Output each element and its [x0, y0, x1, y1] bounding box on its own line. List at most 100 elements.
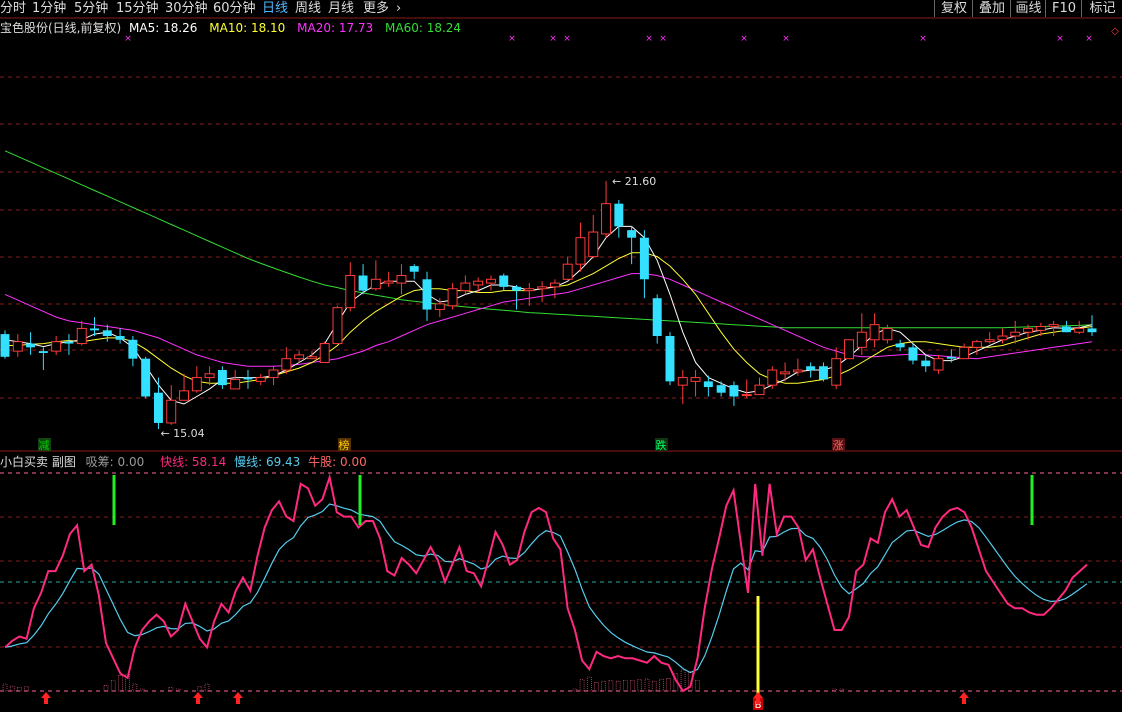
- candle-body: [652, 298, 662, 336]
- candle: [38, 347, 48, 371]
- candle: [780, 362, 791, 382]
- candle-body: [869, 324, 880, 341]
- candle: [319, 341, 330, 363]
- event-marker-icon: ×: [919, 34, 927, 44]
- suck-bar: [24, 686, 29, 692]
- candle-body: [294, 354, 305, 360]
- candle: [166, 385, 177, 425]
- ma60-line: [4, 150, 1093, 329]
- candle-body: [319, 343, 330, 363]
- suck-bar: [594, 682, 599, 692]
- candle-body: [729, 385, 739, 397]
- candle-body: [358, 275, 368, 291]
- candle-body: [882, 327, 893, 341]
- candle-body: [921, 360, 931, 367]
- candle-body: [639, 237, 649, 280]
- kline-chart[interactable]: × × × × × × × × × × ×◇← 21.60← 15.04减榜跌涨B: [0, 0, 1122, 712]
- candle-body: [562, 263, 573, 280]
- suck-bar: [623, 680, 628, 692]
- suck-bar: [601, 680, 607, 692]
- candle-body: [383, 280, 394, 284]
- suck-bar: [17, 687, 22, 692]
- candle-body: [512, 286, 522, 291]
- candle-body: [179, 390, 190, 401]
- suck-bar: [644, 678, 650, 692]
- event-marker-icon: ×: [508, 34, 516, 44]
- suck-bar: [132, 683, 138, 692]
- signal-tag-text: 跌: [656, 438, 667, 452]
- candle: [895, 339, 905, 352]
- suck-bar: [110, 680, 116, 692]
- candle: [1061, 320, 1071, 333]
- candle: [76, 320, 87, 346]
- candle-body: [64, 341, 74, 344]
- candle: [831, 347, 842, 389]
- candle-body: [1035, 326, 1046, 331]
- suck-bar: [2, 683, 8, 692]
- candle-body: [76, 327, 87, 345]
- candle: [141, 356, 151, 399]
- buy-arrow-icon: [41, 692, 51, 704]
- candle: [345, 262, 356, 312]
- signal-tag: 跌: [655, 438, 668, 452]
- suck-bar: [197, 686, 203, 692]
- event-marker-icon: ×: [563, 34, 571, 44]
- candle: [179, 373, 190, 401]
- candle-body: [499, 275, 509, 287]
- candle-body: [0, 334, 10, 357]
- candle: [243, 370, 253, 389]
- candle: [601, 181, 612, 238]
- suck-bar: [615, 680, 621, 692]
- event-marker-icon: ×: [549, 34, 557, 44]
- candle: [370, 260, 381, 291]
- candle-body: [1010, 331, 1021, 337]
- suck-bar: [139, 688, 145, 692]
- candle: [191, 366, 202, 393]
- candle: [933, 354, 944, 374]
- signal-tag-text: 涨: [833, 439, 844, 452]
- candle-body: [460, 282, 471, 292]
- candle: [422, 271, 432, 321]
- high-price-label: ← 21.60: [612, 175, 656, 188]
- candle: [639, 230, 649, 299]
- event-marker-icon: ×: [1085, 34, 1093, 44]
- candle: [677, 370, 688, 405]
- candle-body: [396, 275, 407, 284]
- suck-bar: [666, 678, 671, 692]
- candle: [217, 366, 227, 389]
- candle-body: [115, 336, 125, 340]
- candle: [26, 332, 36, 355]
- candle: [614, 199, 624, 238]
- candle: [921, 354, 931, 372]
- suck-bar: [608, 680, 614, 692]
- candle: [473, 277, 484, 293]
- candle-body: [908, 347, 918, 361]
- signal-tag: 减: [38, 438, 51, 452]
- suck-bar: [118, 675, 123, 692]
- candle: [64, 334, 74, 355]
- candle-body: [792, 369, 803, 373]
- candle: [792, 358, 803, 376]
- candle: [1010, 320, 1021, 344]
- candle: [754, 377, 765, 396]
- candle-body: [588, 231, 599, 258]
- candle: [0, 330, 10, 359]
- candle-body: [984, 339, 995, 343]
- candle: [665, 332, 675, 386]
- candle: [537, 281, 548, 302]
- candle-body: [12, 341, 23, 352]
- candle-body: [281, 358, 292, 371]
- candle-body: [51, 341, 62, 352]
- suck-bar: [579, 679, 585, 692]
- candle-body: [306, 356, 317, 360]
- signal-tag: 榜: [338, 438, 351, 452]
- candle-body: [485, 278, 496, 284]
- candle-body: [997, 335, 1008, 341]
- candle-body: [1048, 324, 1059, 328]
- candle-body: [601, 203, 612, 235]
- ma5-line: [4, 225, 1093, 405]
- candle: [588, 215, 599, 259]
- candle-body: [38, 351, 48, 354]
- buy-arrow-icon: [193, 692, 203, 704]
- candle: [281, 347, 292, 374]
